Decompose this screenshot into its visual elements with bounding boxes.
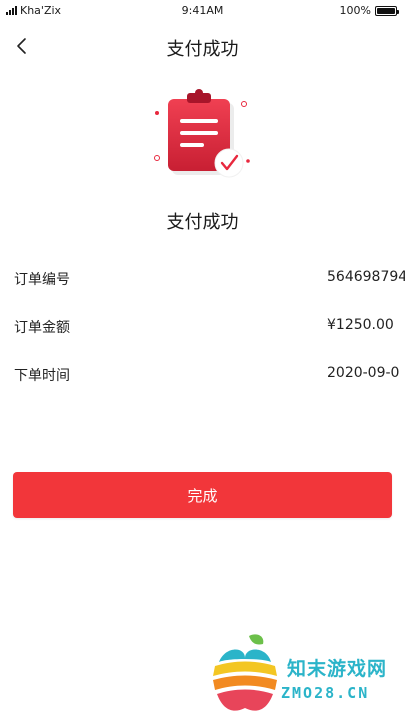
success-title: 支付成功 — [166, 212, 239, 233]
order-number-row: 订单编号 564698794 — [14, 269, 405, 293]
order-amount-value: ¥1250.00 — [327, 317, 394, 333]
watermark-text-en: ZMO28.CN — [281, 684, 370, 702]
watermark-text-cn: 知末游戏网 — [287, 658, 388, 680]
watermark-logo: 知末游戏网 ZMO28.CN — [205, 632, 405, 718]
battery-fill — [377, 7, 395, 14]
status-bar: Kha'Zix 9:41AM 100% — [0, 0, 405, 22]
page-title: 支付成功 — [166, 39, 239, 60]
clipboard-check-icon — [150, 85, 255, 185]
order-time-row: 下单时间 2020-09-0 — [14, 365, 405, 389]
battery-icon — [375, 5, 399, 16]
nav-bar: 支付成功 — [0, 28, 405, 64]
battery-percent: 100% — [339, 4, 371, 17]
order-time-label: 下单时间 — [14, 368, 70, 384]
status-right: 100% — [339, 4, 399, 17]
order-number-label: 订单编号 — [14, 272, 70, 288]
order-amount-label: 订单金额 — [14, 320, 70, 336]
order-number-value: 564698794 — [327, 269, 405, 285]
order-time-value: 2020-09-0 — [327, 365, 400, 381]
done-button[interactable]: 完成 — [13, 472, 392, 518]
order-amount-row: 订单金额 ¥1250.00 — [14, 317, 405, 341]
